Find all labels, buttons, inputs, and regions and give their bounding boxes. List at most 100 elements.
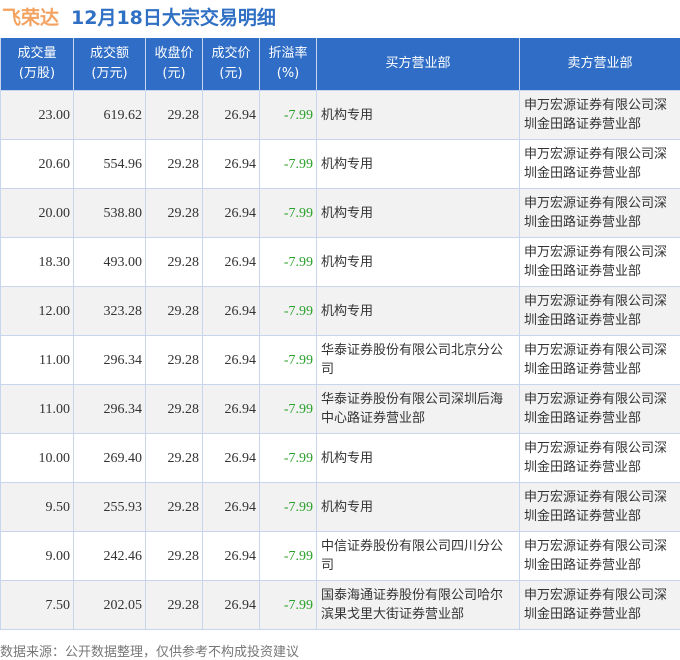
column-header-seller: 卖方营业部 (520, 38, 680, 91)
cell-close-price: 29.28 (146, 385, 203, 434)
cell-seller: 申万宏源证券有限公司深圳金田路证券营业部 (520, 140, 680, 189)
cell-volume: 9.50 (1, 483, 74, 532)
table-row: 7.50202.0529.2826.94-7.99国泰海通证券股份有限公司哈尔滨… (1, 581, 680, 630)
column-header-premium-rate: 折溢率 (%) (260, 38, 317, 91)
cell-volume: 11.00 (1, 336, 74, 385)
table-row: 11.00296.3429.2826.94-7.99华泰证券股份有限公司北京分公… (1, 336, 680, 385)
table-row: 9.00242.4629.2826.94-7.99中信证券股份有限公司四川分公司… (1, 532, 680, 581)
cell-amount: 255.93 (74, 483, 146, 532)
cell-buyer: 中信证券股份有限公司四川分公司 (317, 532, 520, 581)
block-trade-table: 成交量 (万股)成交额 (万元)收盘价 (元)成交价 (元)折溢率 (%)买方营… (0, 38, 680, 630)
column-header-buyer: 买方营业部 (317, 38, 520, 91)
cell-volume: 20.60 (1, 140, 74, 189)
cell-premium-rate: -7.99 (260, 483, 317, 532)
cell-seller: 申万宏源证券有限公司深圳金田路证券营业部 (520, 483, 680, 532)
cell-amount: 619.62 (74, 91, 146, 140)
cell-buyer: 国泰海通证券股份有限公司哈尔滨果戈里大街证券营业部 (317, 581, 520, 630)
cell-close-price: 29.28 (146, 238, 203, 287)
cell-buyer: 机构专用 (317, 287, 520, 336)
stock-name: 飞荣达 (2, 7, 59, 29)
cell-amount: 296.34 (74, 336, 146, 385)
cell-seller: 申万宏源证券有限公司深圳金田路证券营业部 (520, 532, 680, 581)
cell-seller: 申万宏源证券有限公司深圳金田路证券营业部 (520, 385, 680, 434)
cell-close-price: 29.28 (146, 434, 203, 483)
cell-seller: 申万宏源证券有限公司深圳金田路证券营业部 (520, 238, 680, 287)
cell-close-price: 29.28 (146, 140, 203, 189)
column-header-close-price: 收盘价 (元) (146, 38, 203, 91)
cell-close-price: 29.28 (146, 483, 203, 532)
cell-volume: 12.00 (1, 287, 74, 336)
cell-seller: 申万宏源证券有限公司深圳金田路证券营业部 (520, 91, 680, 140)
data-source-note: 数据来源：公开数据整理，仅供参考不构成投资建议 (0, 641, 299, 660)
cell-buyer: 华泰证券股份有限公司北京分公司 (317, 336, 520, 385)
cell-close-price: 29.28 (146, 287, 203, 336)
cell-close-price: 29.28 (146, 91, 203, 140)
cell-close-price: 29.28 (146, 532, 203, 581)
cell-premium-rate: -7.99 (260, 238, 317, 287)
cell-amount: 538.80 (74, 189, 146, 238)
cell-premium-rate: -7.99 (260, 91, 317, 140)
page-title: 飞荣达 12月18日大宗交易明细 (2, 3, 276, 29)
cell-volume: 10.00 (1, 434, 74, 483)
cell-volume: 7.50 (1, 581, 74, 630)
cell-buyer: 机构专用 (317, 434, 520, 483)
cell-buyer: 机构专用 (317, 189, 520, 238)
cell-seller: 申万宏源证券有限公司深圳金田路证券营业部 (520, 434, 680, 483)
table-row: 10.00269.4029.2826.94-7.99机构专用申万宏源证券有限公司… (1, 434, 680, 483)
cell-premium-rate: -7.99 (260, 140, 317, 189)
cell-close-price: 29.28 (146, 581, 203, 630)
cell-seller: 申万宏源证券有限公司深圳金田路证券营业部 (520, 287, 680, 336)
cell-trade-price: 26.94 (203, 385, 260, 434)
cell-amount: 242.46 (74, 532, 146, 581)
table-row: 20.00538.8029.2826.94-7.99机构专用申万宏源证券有限公司… (1, 189, 680, 238)
cell-premium-rate: -7.99 (260, 336, 317, 385)
cell-amount: 202.05 (74, 581, 146, 630)
cell-premium-rate: -7.99 (260, 532, 317, 581)
cell-buyer: 机构专用 (317, 483, 520, 532)
cell-volume: 23.00 (1, 91, 74, 140)
cell-trade-price: 26.94 (203, 91, 260, 140)
cell-buyer: 机构专用 (317, 140, 520, 189)
cell-premium-rate: -7.99 (260, 434, 317, 483)
table-row: 11.00296.3429.2826.94-7.99华泰证券股份有限公司深圳后海… (1, 385, 680, 434)
cell-buyer: 华泰证券股份有限公司深圳后海中心路证券营业部 (317, 385, 520, 434)
cell-seller: 申万宏源证券有限公司深圳金田路证券营业部 (520, 189, 680, 238)
cell-trade-price: 26.94 (203, 483, 260, 532)
cell-close-price: 29.28 (146, 189, 203, 238)
column-header-amount: 成交额 (万元) (74, 38, 146, 91)
table-row: 23.00619.6229.2826.94-7.99机构专用申万宏源证券有限公司… (1, 91, 680, 140)
cell-premium-rate: -7.99 (260, 581, 317, 630)
cell-volume: 9.00 (1, 532, 74, 581)
table-row: 20.60554.9629.2826.94-7.99机构专用申万宏源证券有限公司… (1, 140, 680, 189)
column-header-trade-price: 成交价 (元) (203, 38, 260, 91)
title-subtitle: 12月18日大宗交易明细 (71, 7, 276, 29)
cell-premium-rate: -7.99 (260, 385, 317, 434)
table-row: 9.50255.9329.2826.94-7.99机构专用申万宏源证券有限公司深… (1, 483, 680, 532)
cell-seller: 申万宏源证券有限公司深圳金田路证券营业部 (520, 336, 680, 385)
cell-buyer: 机构专用 (317, 238, 520, 287)
column-header-volume: 成交量 (万股) (1, 38, 74, 91)
cell-trade-price: 26.94 (203, 581, 260, 630)
cell-volume: 20.00 (1, 189, 74, 238)
table-row: 18.30493.0029.2826.94-7.99机构专用申万宏源证券有限公司… (1, 238, 680, 287)
cell-amount: 493.00 (74, 238, 146, 287)
cell-trade-price: 26.94 (203, 532, 260, 581)
cell-trade-price: 26.94 (203, 189, 260, 238)
cell-premium-rate: -7.99 (260, 287, 317, 336)
cell-volume: 11.00 (1, 385, 74, 434)
cell-seller: 申万宏源证券有限公司深圳金田路证券营业部 (520, 581, 680, 630)
cell-trade-price: 26.94 (203, 434, 260, 483)
cell-buyer: 机构专用 (317, 91, 520, 140)
cell-trade-price: 26.94 (203, 336, 260, 385)
cell-amount: 554.96 (74, 140, 146, 189)
cell-trade-price: 26.94 (203, 140, 260, 189)
cell-amount: 296.34 (74, 385, 146, 434)
cell-trade-price: 26.94 (203, 287, 260, 336)
cell-amount: 323.28 (74, 287, 146, 336)
cell-amount: 269.40 (74, 434, 146, 483)
cell-premium-rate: -7.99 (260, 189, 317, 238)
cell-volume: 18.30 (1, 238, 74, 287)
table-row: 12.00323.2829.2826.94-7.99机构专用申万宏源证券有限公司… (1, 287, 680, 336)
cell-close-price: 29.28 (146, 336, 203, 385)
cell-trade-price: 26.94 (203, 238, 260, 287)
